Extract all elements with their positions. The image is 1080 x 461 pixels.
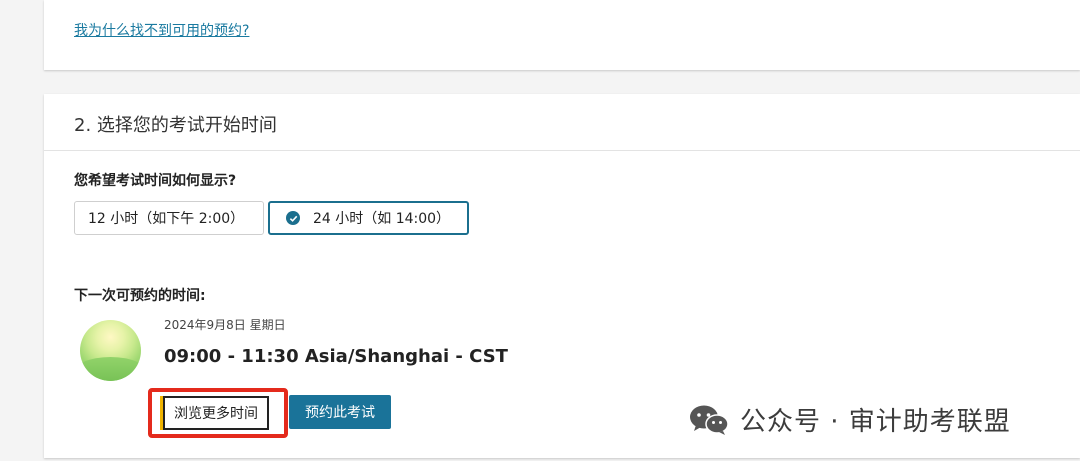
watermark: 公众号 · 审计助考联盟	[688, 401, 1011, 438]
browse-more-times-button[interactable]: 浏览更多时间	[163, 396, 269, 430]
top-card: 我为什么找不到可用的预约?	[44, 0, 1080, 70]
book-exam-button[interactable]: 预约此考试	[289, 395, 391, 429]
next-available-label: 下一次可预约的时间:	[74, 288, 206, 304]
wechat-icon	[688, 404, 730, 436]
watermark-text: 公众号 · 审计助考联盟	[740, 407, 1011, 437]
option-12-hour[interactable]: 12 小时（如下午 2:00）	[74, 201, 264, 235]
time-format-question: 您希望考试时间如何显示?	[74, 173, 237, 189]
no-availability-link[interactable]: 我为什么找不到可用的预约?	[74, 20, 249, 40]
appointment-time: 09:00 - 11:30 Asia/Shanghai - CST	[164, 346, 508, 367]
option-24-hour-label: 24 小时（如 14:00）	[313, 211, 451, 227]
divider	[44, 150, 1080, 151]
appointment-date: 2024年9月8日 星期日	[164, 318, 286, 332]
check-circle-icon	[286, 211, 300, 225]
option-12-hour-label: 12 小时（如下午 2:00）	[88, 211, 245, 227]
option-24-hour[interactable]: 24 小时（如 14:00）	[268, 201, 469, 235]
sunrise-icon	[80, 320, 141, 381]
section-title: 2. 选择您的考试开始时间	[74, 115, 277, 136]
